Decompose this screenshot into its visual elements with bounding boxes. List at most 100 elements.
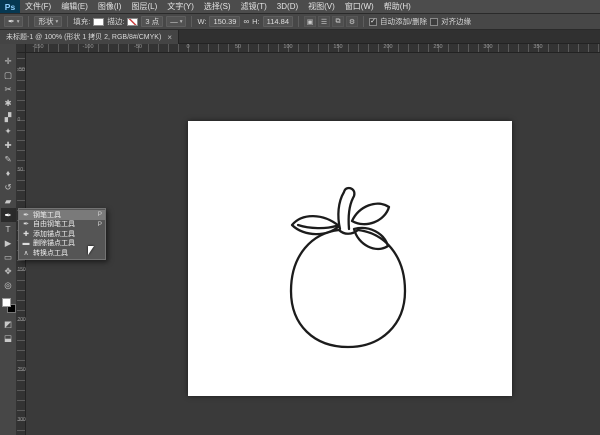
ruler-label: 150	[17, 267, 26, 273]
stroke-color-swatch[interactable]	[127, 17, 139, 26]
canvas-area[interactable]	[26, 53, 600, 435]
menu-item-6[interactable]: 滤镜(T)	[236, 1, 272, 12]
mouse-cursor-icon	[88, 246, 94, 255]
tool-icon: ✒	[23, 221, 29, 229]
crop-tool[interactable]: ▞	[1, 110, 16, 124]
menu-item-2[interactable]: 图像(I)	[93, 1, 127, 12]
flyout-item-2[interactable]: ✚ 添加锚点工具	[19, 229, 105, 239]
chevron-down-icon: ▾	[16, 18, 20, 25]
align-edges-label: 对齐边缘	[441, 17, 472, 26]
horizontal-ruler[interactable]: -150 -100 -50 0 50 100 150 200 250 300 350	[26, 44, 600, 53]
tools-panel: ✛ ▢ ✂ ✱ ▞ ✦ ✚ ✎ ♦ ↺ ▰ ✒ T ▶ ▭ ✥ ◎ ◩ ⬓	[0, 44, 17, 435]
tool-icon: ✒	[23, 211, 29, 219]
tool-icon: ∧	[23, 249, 29, 257]
ruler-label: 250	[433, 44, 443, 50]
flyout-item-label: 添加锚点工具	[33, 230, 75, 238]
separator	[67, 16, 69, 27]
chevron-down-icon: ▾	[55, 18, 59, 25]
menu-item-8[interactable]: 视图(V)	[303, 1, 340, 12]
ruler-label: 350	[533, 44, 543, 50]
zoom-tool[interactable]: ◎	[1, 278, 16, 292]
align-edges-checkbox[interactable]	[430, 17, 439, 26]
fill-label: 填充:	[73, 17, 91, 26]
quick-mask-button[interactable]: ◩	[1, 317, 16, 331]
flyout-item-0[interactable]: ✒ 钢笔工具 P	[19, 210, 105, 220]
type-tool[interactable]: T	[1, 222, 16, 236]
path-selection-tool[interactable]: ▶	[1, 236, 16, 250]
path-operations-icon[interactable]: ▣	[304, 16, 317, 27]
lasso-tool[interactable]: ✂	[1, 82, 16, 96]
pen-tool[interactable]: ✒	[0, 208, 16, 222]
auto-add-delete-label: 自动添加/删除	[380, 17, 428, 26]
ruler-label: -100	[82, 44, 94, 50]
ruler-label: 200	[17, 317, 26, 323]
photoshop-window: Ps 文件(F) 编辑(E) 图像(I) 图层(L) 文字(Y) 选择(S) 滤镜(T) 3D…	[0, 0, 600, 435]
foreground-color-swatch[interactable]	[1, 298, 11, 307]
eyedropper-tool[interactable]: ✦	[1, 124, 16, 138]
menu-item-0[interactable]: 文件(F)	[20, 1, 56, 12]
document-artboard[interactable]	[188, 121, 512, 396]
stroke-style-select[interactable]: — ▾	[166, 16, 187, 27]
pen-tool-icon: ✒	[8, 17, 15, 26]
ruler-label: 300	[483, 44, 493, 50]
photoshop-logo-icon: Ps	[0, 0, 20, 13]
path-option-buttons: ▣ ☰ ⧉ ⚙	[304, 16, 359, 27]
auto-add-delete-checkbox[interactable]: ✓	[369, 17, 378, 26]
menu-item-7[interactable]: 3D(D)	[272, 2, 303, 11]
menu-item-5[interactable]: 选择(S)	[199, 1, 236, 12]
menu-bar: Ps 文件(F) 编辑(E) 图像(I) 图层(L) 文字(Y) 选择(S) 滤镜(T) 3D…	[0, 0, 600, 14]
menu-item-10[interactable]: 帮助(H)	[379, 1, 416, 12]
stroke-width-input[interactable]: 3 点	[141, 16, 164, 27]
hand-tool[interactable]: ✥	[1, 264, 16, 278]
quick-selection-tool[interactable]: ✱	[1, 96, 16, 110]
ruler-label: 50	[234, 44, 242, 50]
height-input[interactable]: 114.84	[262, 16, 294, 27]
menu-item-4[interactable]: 文字(Y)	[162, 1, 199, 12]
separator	[191, 16, 193, 27]
ruler-label: -50	[17, 67, 25, 73]
ruler-label: 200	[383, 44, 393, 50]
ruler-label: -50	[134, 44, 142, 50]
flyout-item-shortcut: P	[97, 211, 102, 219]
path-alignment-icon[interactable]: ☰	[318, 16, 331, 27]
flyout-item-1[interactable]: ✒ 自由钢笔工具 P	[19, 220, 105, 230]
menu-item-9[interactable]: 窗口(W)	[340, 1, 379, 12]
separator	[298, 16, 300, 27]
document-tab-bar: 未标题-1 @ 100% (形状 1 拷贝 2, RGB/8#/CMYK) ×	[0, 30, 600, 44]
menu-item-3[interactable]: 图层(L)	[126, 1, 162, 12]
width-input[interactable]: 150.39	[209, 16, 241, 27]
shape-tool[interactable]: ▭	[1, 250, 16, 264]
fill-color-swatch[interactable]	[93, 17, 105, 26]
brush-tool[interactable]: ✎	[1, 152, 16, 166]
stroke-label: 描边:	[107, 17, 125, 26]
document-title: 未标题-1 @ 100% (形状 1 拷贝 2, RGB/8#/CMYK)	[6, 34, 162, 41]
healing-brush-tool[interactable]: ✚	[1, 138, 16, 152]
ruler-corner	[17, 44, 26, 53]
marquee-tool[interactable]: ▢	[1, 68, 16, 82]
close-tab-icon[interactable]: ×	[167, 33, 172, 42]
ruler-label: 0	[186, 44, 190, 50]
tool-preset-picker[interactable]: ✒ ▾	[4, 16, 24, 27]
screen-mode-button[interactable]: ⬓	[1, 331, 16, 345]
document-tab[interactable]: 未标题-1 @ 100% (形状 1 拷贝 2, RGB/8#/CMYK) ×	[0, 30, 179, 44]
flyout-item-shortcut: P	[97, 220, 102, 228]
height-value: 114.84	[266, 17, 290, 26]
tool-mode-select[interactable]: 形状 ▾	[34, 16, 63, 27]
ruler-label: 300	[17, 417, 26, 423]
tool-icon: ▬	[22, 239, 30, 247]
width-label: W:	[197, 17, 207, 26]
separator	[363, 16, 365, 27]
path-arrangement-icon[interactable]: ⧉	[332, 16, 345, 27]
stroke-width-value: 3 点	[145, 17, 160, 26]
line-style-icon: —	[170, 17, 178, 26]
flyout-item-label: 自由钢笔工具	[33, 221, 75, 229]
tomato-line-art	[289, 186, 407, 349]
menu-item-1[interactable]: 编辑(E)	[56, 1, 93, 12]
eraser-tool[interactable]: ▰	[1, 194, 16, 208]
move-tool[interactable]: ✛	[1, 54, 16, 68]
history-brush-tool[interactable]: ↺	[1, 180, 16, 194]
tool-settings-gear-icon[interactable]: ⚙	[346, 16, 359, 27]
link-dimensions-icon[interactable]: ∞	[243, 17, 249, 26]
tool-icon: ✚	[23, 230, 29, 238]
clone-stamp-tool[interactable]: ♦	[1, 166, 16, 180]
